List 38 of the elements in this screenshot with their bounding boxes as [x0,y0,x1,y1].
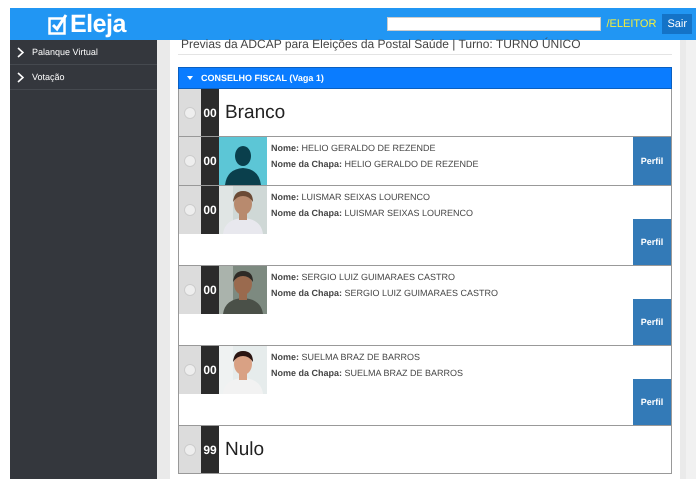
profile-button[interactable]: Perfil [633,137,671,185]
candidate-number: 00 [201,346,219,394]
logout-button[interactable]: Sair [662,14,692,34]
slate-name: Nome da Chapa: SUELMA BRAZ DE BARROS [271,367,464,380]
candidate-number: 00 [201,137,219,185]
option-label: Branco [224,102,286,124]
candidate-name: Nome: SERGIO LUIZ GUIMARAES CASTRO [271,271,456,284]
candidate-name: Nome: LUISMAR SEIXAS LOURENCO [271,191,432,204]
profile-button[interactable]: Perfil [633,379,671,425]
chevron-right-icon [17,72,24,82]
candidate-name: Nome: SUELMA BRAZ DE BARROS [271,351,422,364]
radio-button[interactable] [184,204,196,216]
radio-button[interactable] [184,155,196,167]
caret-icon [187,76,193,80]
avatar-silhouette-icon [219,137,267,185]
profile-button[interactable]: Perfil [633,299,671,345]
slate-name: Nome da Chapa: SERGIO LUIZ GUIMARAES CASTRO [271,287,500,300]
logo-text: Eleja [70,10,126,38]
user-role: /ELEITOR [606,18,656,30]
slate-name: Nome da Chapa: LUISMAR SEIXAS LOURENCO [271,207,474,220]
candidate-name: Nome: HELIO GERALDO DE REZENDE [271,142,437,155]
section-header[interactable]: CONSELHO FISCAL (Vaga 1) [178,67,672,89]
election-title: Previas da ADCAP para Eleições da Postal Saúde | Turno: TURNO ÚNICO [178,40,672,55]
candidate-number: 00 [201,266,219,314]
candidate-number: 99 [201,426,219,473]
checkbox-icon [48,13,68,35]
slate-name: Nome da Chapa: HELIO GERALDO DE REZENDE [271,158,480,171]
radio-button[interactable] [184,106,196,118]
option-label: Nulo [224,438,264,460]
radio-button[interactable] [184,444,196,456]
profile-button[interactable]: Perfil [633,219,671,265]
radio-button[interactable] [184,284,196,296]
radio-button[interactable] [184,364,196,376]
candidate-number: 00 [201,89,219,136]
chevron-right-icon [17,46,24,58]
candidate-number: 00 [201,186,219,234]
scrollbar[interactable] [686,40,696,479]
text-field[interactable] [386,17,600,31]
